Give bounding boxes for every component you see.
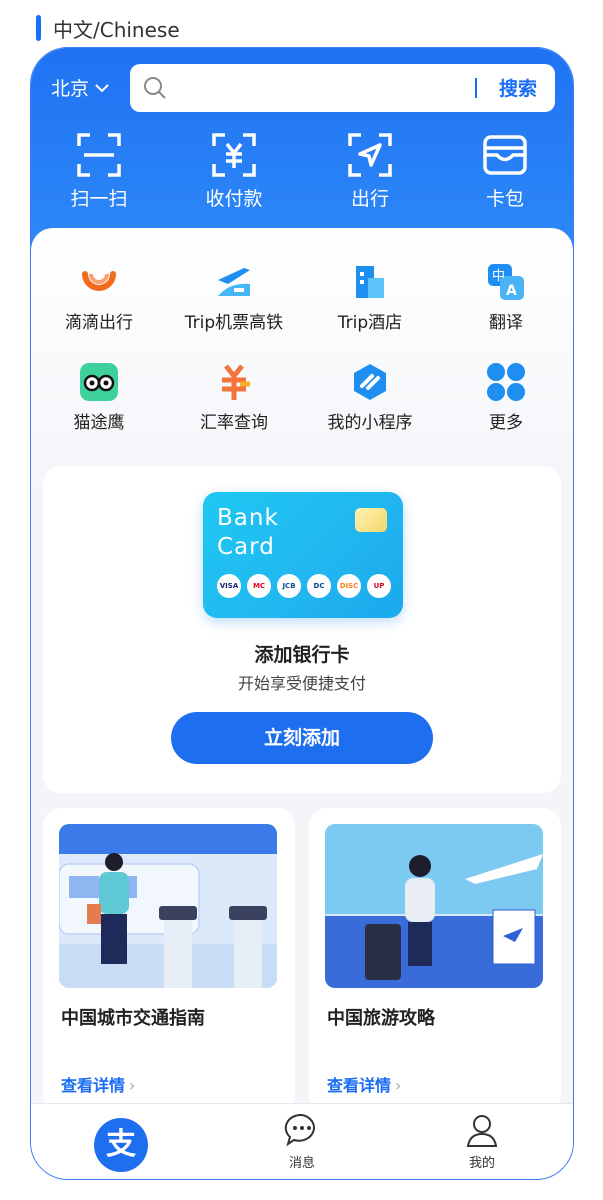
svg-text:A: A — [506, 283, 517, 299]
add-card-button[interactable]: 立刻添加 — [171, 712, 433, 764]
owl-icon — [80, 363, 118, 401]
quick-action-payment[interactable]: 收付款 — [184, 132, 284, 211]
chip-icon — [355, 508, 387, 532]
service-label: 汇率查询 — [200, 413, 268, 433]
view-details-link[interactable]: 查看详情 › — [327, 1072, 401, 1096]
service-label: 猫途鹰 — [73, 413, 125, 433]
unionpay-logo-icon: UP — [367, 574, 391, 598]
service-tripadvisor[interactable]: 猫途鹰 — [44, 362, 154, 433]
search-divider — [475, 78, 477, 98]
chat-bubble-icon — [284, 1113, 315, 1147]
language-text: 中文/Chinese — [53, 17, 180, 42]
quick-action-scan[interactable]: 扫一扫 — [49, 132, 149, 211]
tab-home[interactable]: 支 — [94, 1118, 148, 1172]
view-details-text: 查看详情 — [327, 1076, 392, 1095]
service-label: 我的小程序 — [327, 413, 413, 433]
service-trip-flights[interactable]: Trip机票高铁 — [179, 262, 289, 333]
jcb-logo-icon: JCB — [277, 574, 301, 598]
service-label: 滴滴出行 — [65, 313, 133, 333]
services-panel: 滴滴出行 Trip机票高铁 Trip酒店 中A 翻译 猫途鹰 汇率查询 我的小程… — [31, 228, 573, 1128]
wallet-icon — [483, 135, 527, 175]
bank-card-text: Bank Card — [217, 504, 279, 562]
bank-card-illustration: Bank Card VISA MC JCB DC DISC UP — [203, 492, 403, 618]
chevron-right-icon: › — [395, 1076, 402, 1095]
service-more[interactable]: 更多 — [451, 362, 561, 433]
search-button[interactable]: 搜索 — [499, 74, 537, 101]
tab-label: 我的 — [468, 1156, 495, 1171]
service-didi[interactable]: 滴滴出行 — [44, 262, 154, 333]
scan-icon — [77, 133, 121, 177]
bank-card-line1: Bank — [217, 505, 279, 531]
search-bar[interactable]: 搜索 — [130, 64, 555, 112]
svg-text:中: 中 — [492, 269, 505, 284]
service-translate[interactable]: 中A 翻译 — [451, 262, 561, 333]
more-icon — [487, 363, 525, 401]
chevron-down-icon — [95, 83, 109, 92]
diners-logo-icon: DC — [307, 574, 331, 598]
mastercard-logo-icon: MC — [247, 574, 271, 598]
service-label: Trip酒店 — [337, 313, 403, 333]
card-network-logos: VISA MC JCB DC DISC UP — [217, 574, 391, 598]
chevron-right-icon: › — [129, 1076, 136, 1095]
quick-action-travel[interactable]: 出行 — [320, 132, 420, 211]
hotel-icon — [356, 266, 384, 298]
guide-title: 中国旅游攻略 — [327, 1008, 435, 1029]
navigation-icon — [348, 133, 392, 177]
phone-frame: 北京 搜索 扫一扫 收付款 出行 卡包 滴滴出行 Trip机票高铁 Trip酒店… — [30, 47, 574, 1180]
tab-mine[interactable]: 我的 — [437, 1112, 527, 1171]
quick-action-label: 扫一扫 — [70, 188, 128, 210]
didi-icon — [82, 271, 116, 291]
translate-icon: 中A — [488, 264, 524, 300]
quick-action-label: 收付款 — [205, 188, 263, 210]
search-icon — [144, 77, 166, 99]
tab-label: 消息 — [288, 1156, 315, 1171]
guide-card-travel[interactable]: 中国旅游攻略 查看详情 › — [309, 808, 561, 1113]
view-details-text: 查看详情 — [61, 1076, 126, 1095]
city-selector[interactable]: 北京 — [51, 74, 109, 101]
transport-illustration — [59, 824, 277, 988]
tab-messages[interactable]: 消息 — [257, 1112, 347, 1171]
discover-logo-icon: DISC — [337, 574, 361, 598]
quick-action-label: 出行 — [350, 188, 389, 210]
service-label: 更多 — [489, 413, 523, 433]
bank-card-line2: Card — [217, 534, 275, 560]
language-label: 中文/Chinese — [36, 14, 180, 42]
exchange-rate-icon — [222, 364, 250, 400]
service-trip-hotel[interactable]: Trip酒店 — [315, 262, 425, 333]
quick-action-label: 卡包 — [485, 188, 524, 210]
accent-bar — [36, 15, 41, 41]
view-details-link[interactable]: 查看详情 › — [61, 1072, 135, 1096]
travel-illustration — [325, 824, 543, 988]
user-icon — [466, 1115, 498, 1147]
guide-title: 中国城市交通指南 — [61, 1008, 205, 1029]
quick-action-wallet[interactable]: 卡包 — [455, 132, 555, 211]
yuan-payment-icon — [212, 133, 256, 177]
add-card-subtitle: 开始享受便捷支付 — [237, 674, 366, 693]
miniprogram-icon — [354, 364, 386, 400]
service-exchange-rate[interactable]: 汇率查询 — [179, 362, 289, 433]
visa-logo-icon: VISA — [217, 574, 241, 598]
bottom-tab-bar: 支 消息 我的 — [31, 1103, 573, 1179]
guide-card-transport[interactable]: 中国城市交通指南 查看详情 › — [43, 808, 295, 1113]
service-label: 翻译 — [489, 313, 523, 333]
add-bank-card-panel: Bank Card VISA MC JCB DC DISC UP 添加银行卡 开… — [43, 466, 561, 793]
service-miniprogram[interactable]: 我的小程序 — [315, 362, 425, 433]
plane-train-icon — [218, 268, 250, 296]
service-label: Trip机票高铁 — [184, 313, 284, 333]
add-card-title: 添加银行卡 — [254, 644, 350, 666]
city-name: 北京 — [51, 78, 90, 100]
